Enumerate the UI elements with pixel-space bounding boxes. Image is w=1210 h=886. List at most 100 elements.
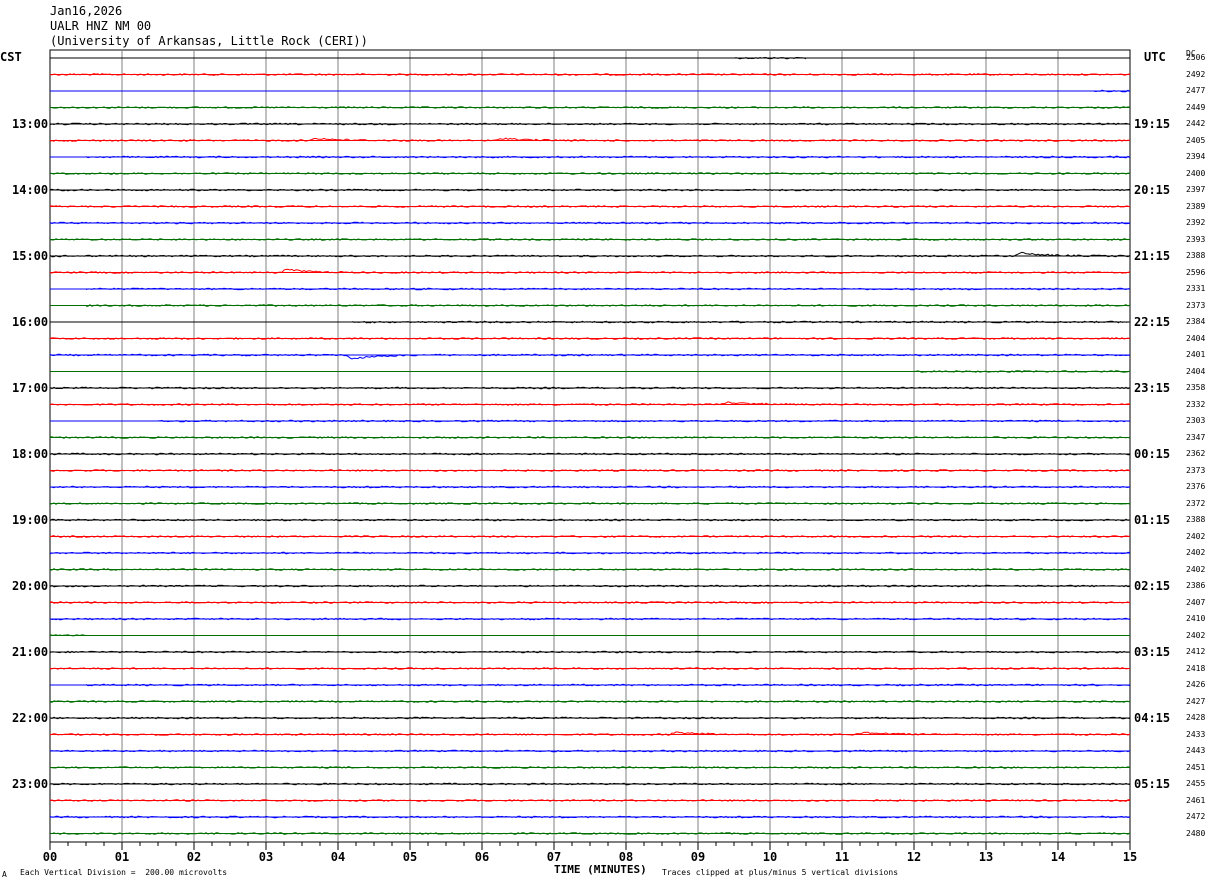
- dc-value: 2401: [1186, 350, 1206, 359]
- seismic-trace: [49, 337, 1131, 340]
- dc-value: 2394: [1186, 152, 1206, 161]
- seismic-trace: [157, 419, 1130, 423]
- seismic-trace: [49, 815, 1131, 819]
- dc-value: 2492: [1186, 69, 1206, 79]
- clip-note: Traces clipped at plus/minus 5 vertical …: [662, 868, 899, 877]
- right-hour-label: 04:15: [1134, 711, 1171, 725]
- x-tick-label: 03: [259, 850, 273, 864]
- seismic-trace: [49, 716, 1131, 720]
- dc-value: 2433: [1186, 729, 1206, 739]
- x-tick-label: 14: [1051, 850, 1065, 864]
- left-hour-label: 21:00: [12, 645, 49, 659]
- seismic-trace: [86, 304, 1131, 307]
- x-tick-label: 00: [43, 850, 57, 864]
- x-tick-label: 05: [403, 850, 417, 864]
- dc-value: 2404: [1186, 366, 1206, 376]
- x-tick-label: 11: [835, 850, 849, 864]
- seismic-trace: [49, 452, 1131, 456]
- dc-value: 2303: [1186, 416, 1206, 425]
- dc-value: 2412: [1186, 647, 1206, 656]
- dc-value: 2400: [1186, 168, 1206, 178]
- x-tick-label: 10: [763, 850, 777, 864]
- dc-value: 2404: [1186, 333, 1206, 343]
- dc-value: 2426: [1186, 680, 1206, 689]
- seismic-trace: [49, 73, 1131, 76]
- right-hour-label: 19:15: [1134, 117, 1171, 131]
- seismic-trace: [49, 251, 1131, 258]
- plot-frame: [49, 49, 1131, 843]
- seismic-trace: [49, 650, 1131, 654]
- dc-value: 2384: [1186, 317, 1206, 326]
- footer-mark: A: [2, 870, 7, 879]
- dc-value: 2480: [1186, 828, 1206, 838]
- x-tick-label: 12: [907, 850, 921, 864]
- x-tick-label: 08: [619, 850, 633, 864]
- left-hour-label: 18:00: [12, 447, 49, 461]
- dc-value: 2397: [1186, 185, 1206, 194]
- dc-value: 2402: [1186, 531, 1206, 541]
- x-axis: 00 01 02 03 04 05 06 07 08 09 10 11 12 13 14 15: [43, 842, 1137, 864]
- dc-value: 2362: [1186, 449, 1206, 458]
- right-hour-label: 01:15: [1134, 513, 1171, 527]
- x-tick-label: 09: [691, 850, 705, 864]
- left-hour-label: 13:00: [12, 117, 49, 131]
- dc-value: 2596: [1186, 267, 1206, 277]
- dc-value: 2405: [1186, 135, 1206, 145]
- x-tick-label: 04: [331, 850, 345, 864]
- dc-value: 2373: [1186, 465, 1206, 475]
- dc-value: 2402: [1186, 548, 1206, 557]
- left-hour-label: 19:00: [12, 513, 49, 527]
- dc-value: 2410: [1186, 614, 1206, 623]
- seismic-trace: [49, 568, 1131, 571]
- right-hour-label: 00:15: [1134, 447, 1171, 461]
- dc-value: 2347: [1186, 432, 1206, 442]
- right-hour-label: 22:15: [1134, 315, 1171, 329]
- dc-value: 2472: [1186, 812, 1206, 821]
- dc-value: 2386: [1186, 581, 1206, 590]
- seismic-trace: [49, 535, 1131, 538]
- x-tick-label: 15: [1123, 850, 1137, 864]
- x-tick-label: 06: [475, 850, 489, 864]
- seismic-traces: [49, 56, 1131, 835]
- seismic-trace: [49, 106, 1131, 109]
- right-hour-label: 23:15: [1134, 381, 1171, 395]
- scale-note: Each Vertical Division = 200.00 microvol…: [20, 868, 228, 877]
- dc-value: 2451: [1186, 762, 1206, 772]
- left-hour-label: 23:00: [12, 777, 49, 791]
- dc-value: 2388: [1186, 251, 1206, 260]
- left-hour-label: 15:00: [12, 249, 49, 263]
- x-tick-label: 01: [115, 850, 129, 864]
- dc-value: 2418: [1186, 663, 1206, 673]
- dc-value: 2376: [1186, 482, 1206, 491]
- dc-value: 2389: [1186, 201, 1206, 211]
- seismic-trace: [49, 551, 1131, 555]
- dc-value: 2428: [1186, 713, 1206, 722]
- plot-grid: [49, 49, 1131, 843]
- dc-value: 2392: [1186, 218, 1206, 227]
- left-hour-label: 17:00: [12, 381, 49, 395]
- dc-value: 2455: [1186, 779, 1206, 788]
- dc-value: 2388: [1186, 515, 1206, 524]
- dc-value: 2402: [1186, 630, 1206, 640]
- dc-value: 2358: [1186, 383, 1206, 392]
- seismic-trace: [913, 370, 1131, 373]
- x-tick-label: 02: [187, 850, 201, 864]
- dc-value: 2372: [1186, 498, 1206, 508]
- right-hour-label: 21:15: [1134, 249, 1171, 263]
- dc-value: 2443: [1186, 746, 1206, 755]
- dc-value: 2442: [1186, 119, 1206, 128]
- right-hour-label: 03:15: [1134, 645, 1171, 659]
- x-axis-title: TIME (MINUTES): [554, 863, 647, 876]
- x-tick-label: 07: [547, 850, 561, 864]
- right-hour-label: 02:15: [1134, 579, 1171, 593]
- left-hour-label: 14:00: [12, 183, 49, 197]
- seismic-trace: [85, 155, 1131, 159]
- dc-value: 2393: [1186, 234, 1206, 244]
- dc-value: 2461: [1186, 795, 1206, 805]
- dc-value: 2449: [1186, 102, 1206, 112]
- right-hour-label: 05:15: [1134, 777, 1171, 791]
- left-hour-label: 20:00: [12, 579, 49, 593]
- seismic-trace: [49, 137, 1131, 142]
- dc-value: 2427: [1186, 696, 1206, 706]
- dc-value: 2402: [1186, 564, 1206, 574]
